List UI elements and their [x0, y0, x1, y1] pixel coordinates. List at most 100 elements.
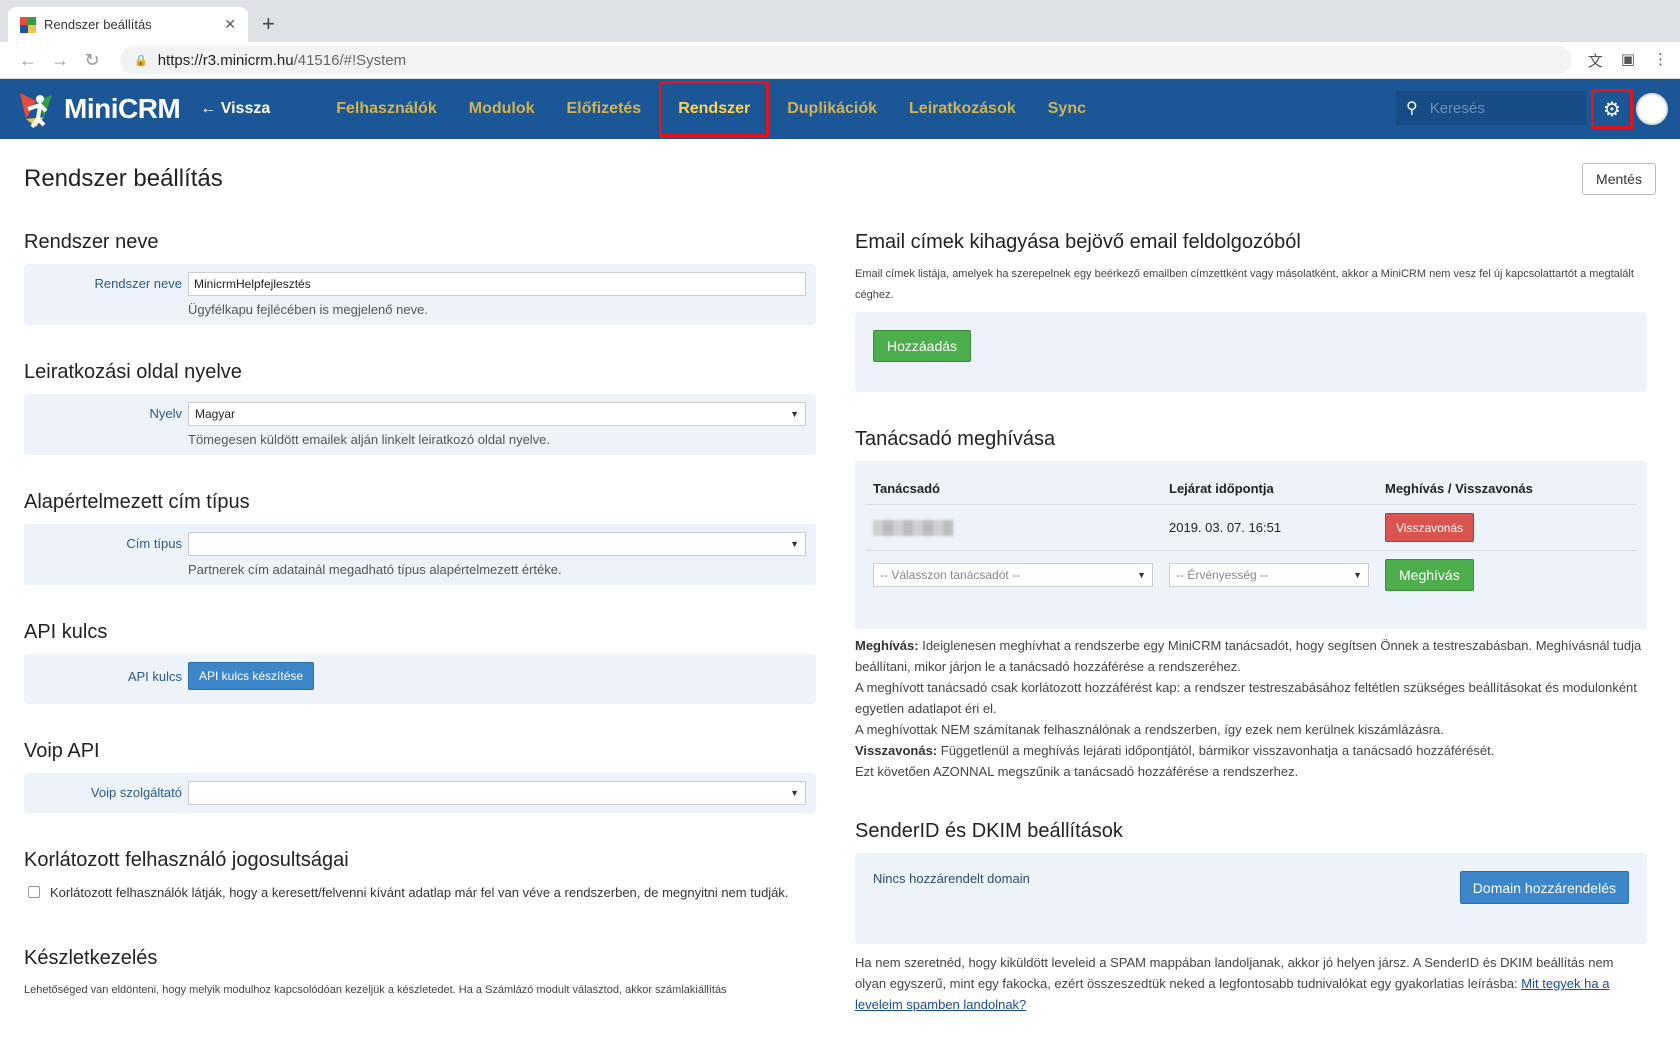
system-name-help: Ügyfélkapu fejlécében is megjelenő neve.	[188, 302, 428, 317]
advisor-select[interactable]: -- Válasszon tanácsadót -- ▼	[873, 563, 1153, 587]
avatar[interactable]	[1636, 93, 1668, 125]
caret-down-icon: ▼	[790, 539, 799, 549]
new-tab-icon[interactable]: +	[262, 11, 275, 37]
logo-text: MiniCRM	[64, 93, 181, 124]
search-placeholder: Keresés	[1429, 99, 1485, 117]
translate-icon[interactable]: 文	[1588, 50, 1603, 71]
browser-tabbar: Rendszer beállítás ✕ +	[0, 0, 1680, 42]
back-link[interactable]: ← Vissza	[200, 100, 270, 118]
voip-title: Voip API	[24, 740, 100, 762]
nav-sync[interactable]: Sync	[1032, 81, 1102, 137]
advisor-select-value: -- Válasszon tanácsadót --	[880, 568, 1021, 582]
tab-close-icon[interactable]: ✕	[224, 16, 236, 33]
advisor-panel: Tanácsadó Lejárat időpontja Meghívás / V…	[855, 461, 1647, 629]
minicrm-favicon-icon	[20, 16, 36, 33]
url-path: /41516/#!System	[293, 51, 407, 69]
revoke-button[interactable]: Visszavonás	[1385, 513, 1475, 542]
unsub-lang-title: Leiratkozási oldal nyelve	[24, 361, 242, 383]
lock-icon: 🔒	[134, 54, 148, 67]
info-line-3: A meghívottak NEM számítanak felhasználó…	[855, 722, 1444, 737]
info-line-2: A meghívott tanácsadó csak korlátozott h…	[855, 680, 1637, 716]
col-expiry: Lejárat időpontja	[1161, 469, 1377, 505]
back-label: Vissza	[220, 100, 271, 117]
api-key-panel: API kulcs API kulcs készítése	[24, 654, 816, 704]
validity-select[interactable]: -- Érvényesség -- ▼	[1169, 563, 1369, 587]
invite-button[interactable]: Meghívás	[1385, 559, 1474, 591]
nav-felhasznalok[interactable]: Felhasználók	[320, 81, 452, 137]
app-navbar: MiniCRM ← Vissza Felhasználók Modulok El…	[0, 79, 1680, 139]
language-value: Magyar	[195, 407, 236, 421]
system-name-label: Rendszer neve	[94, 276, 182, 291]
system-name-panel: Rendszer neve MinicrmHelpfejlesztés Ügyf…	[24, 264, 816, 325]
add-email-button[interactable]: Hozzáadás	[873, 330, 972, 362]
address-type-label: Cím típus	[126, 536, 182, 551]
create-api-key-button[interactable]: API kulcs készítése	[188, 662, 315, 690]
browser-addressbar: ← → ↻ 🔒 https://r3.minicrm.hu/41516/#!Sy…	[0, 42, 1680, 79]
caret-down-icon: ▼	[1137, 570, 1146, 580]
unsub-lang-panel: Nyelv Magyar ▼ Tömegesen küldött emailek …	[24, 394, 816, 455]
email-skip-panel: Hozzáadás	[855, 312, 1647, 392]
nav-leiratkozasok[interactable]: Leiratkozások	[893, 81, 1032, 137]
language-select[interactable]: Magyar ▼	[188, 402, 806, 426]
search-icon: ⚲	[1406, 100, 1418, 117]
sender-panel: Nincs hozzárendelt domain Domain hozzáre…	[855, 853, 1647, 944]
url-field[interactable]: 🔒 https://r3.minicrm.hu/41516/#!System	[120, 46, 1572, 74]
col-invite-revoke: Meghívás / Visszavonás	[1377, 469, 1637, 505]
voip-select[interactable]: ▼	[188, 781, 806, 805]
right-column: Email címek kihagyása bejövő email feldo…	[855, 231, 1647, 1015]
address-type-help: Partnerek cím adatainál megadható típus …	[188, 562, 562, 577]
system-name-title: Rendszer neve	[24, 231, 159, 253]
api-key-title: API kulcs	[24, 621, 108, 643]
system-name-field[interactable]: MinicrmHelpfejlesztés	[188, 272, 806, 296]
caret-down-icon: ▼	[1353, 570, 1362, 580]
info-revoke-text: Függetlenül a meghívás lejárati időpontj…	[940, 743, 1495, 758]
email-skip-title: Email címek kihagyása bejövő email feldo…	[855, 231, 1301, 253]
sender-info-text: Ha nem szeretnéd, hogy kiküldött levelei…	[855, 955, 1614, 991]
address-type-panel: Cím típus ▼ Partnerek cím adatainál mega…	[24, 524, 816, 585]
gear-icon: ⚙	[1603, 98, 1621, 121]
sender-info: Ha nem szeretnéd, hogy kiküldött levelei…	[855, 952, 1647, 1015]
advisor-info: Meghívás: Ideiglenesen meghívhat a rends…	[855, 635, 1647, 782]
table-row: 2019. 03. 07. 16:51 Visszavonás	[865, 504, 1637, 551]
nav-duplikaciok[interactable]: Duplikációk	[771, 81, 893, 137]
menu-dots-icon[interactable]: ⋮	[1653, 50, 1668, 71]
advisor-name-blurred	[873, 519, 953, 536]
reload-icon[interactable]: ↻	[76, 50, 108, 71]
info-invite-text: Ideiglenesen meghívhat a rendszerbe egy …	[855, 638, 1642, 674]
validity-select-value: -- Érvényesség --	[1176, 568, 1269, 582]
left-column: Rendszer neve Rendszer neve MinicrmHelpf…	[24, 231, 816, 1001]
language-label: Nyelv	[149, 406, 182, 421]
nav-elofizetes[interactable]: Előfizetés	[551, 81, 658, 137]
minicrm-logo[interactable]: MiniCRM	[16, 89, 181, 129]
assign-domain-button[interactable]: Domain hozzárendelés	[1459, 871, 1629, 904]
nav-modulok[interactable]: Modulok	[453, 81, 551, 137]
address-type-select[interactable]: ▼	[188, 532, 806, 556]
address-type-title: Alapértelmezett cím típus	[24, 491, 250, 513]
settings-gear-button[interactable]: ⚙	[1591, 89, 1633, 129]
language-help: Tömegesen küldött emailek alján linkelt …	[188, 432, 551, 447]
no-domain-text: Nincs hozzárendelt domain	[873, 871, 1030, 886]
api-key-label: API kulcs	[127, 669, 182, 684]
extension-icon[interactable]: ▣	[1621, 50, 1635, 71]
voip-label: Voip szolgáltató	[90, 785, 182, 800]
col-advisor: Tanácsadó	[865, 469, 1161, 505]
info-revoke-label: Visszavonás:	[855, 743, 938, 758]
restricted-checkbox[interactable]	[28, 886, 40, 898]
advisor-title: Tanácsadó meghívása	[855, 428, 1056, 450]
restricted-title: Korlátozott felhasználó jogosultságai	[24, 849, 349, 871]
nav-rendszer[interactable]: Rendszer	[659, 81, 770, 137]
sender-title: SenderID és DKIM beállítások	[855, 820, 1123, 842]
voip-panel: Voip szolgáltató ▼	[24, 773, 816, 813]
forward-arrow-icon[interactable]: →	[44, 50, 76, 71]
tab-title: Rendszer beállítás	[44, 17, 152, 32]
info-line-5: Ezt követően AZONNAL megszűnik a tanácsa…	[855, 764, 1299, 779]
expiry-date: 2019. 03. 07. 16:51	[1161, 504, 1377, 551]
search-input[interactable]: ⚲ Keresés	[1396, 91, 1586, 125]
page-title: Rendszer beállítás	[24, 165, 223, 192]
main-content: Rendszer beállítás Mentés Rendszer neve …	[0, 139, 1680, 1050]
stock-text: Lehetőséged van eldönteni, hogy melyik m…	[24, 984, 727, 996]
browser-tab[interactable]: Rendszer beállítás ✕	[8, 7, 248, 42]
back-arrow-icon[interactable]: ←	[12, 50, 44, 71]
email-skip-desc: Email címek listája, amelyek ha szerepel…	[855, 268, 1634, 301]
save-button[interactable]: Mentés	[1582, 163, 1656, 195]
